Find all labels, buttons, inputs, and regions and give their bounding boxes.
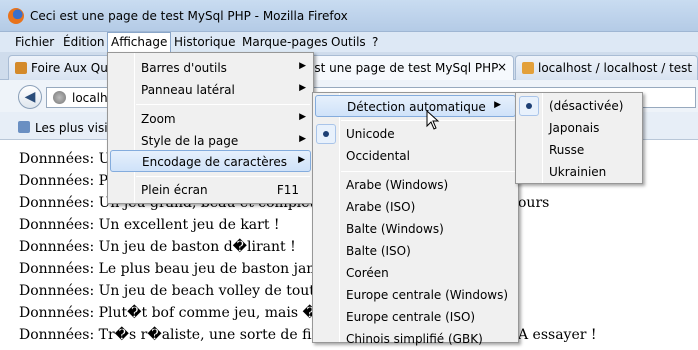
menu-item-zoom[interactable]: Zoom ▶ [108,108,313,130]
menu-edition[interactable]: Édition [63,35,105,49]
tab-phpmyadmin[interactable]: localhost / localhost / test | ph [515,55,698,80]
menu-item-occidental[interactable]: Occidental [313,145,518,167]
menu-item-ukrainien[interactable]: Ukrainien [516,161,642,183]
menu-item-encodage[interactable]: Encodage de caractères ▶ [110,150,311,172]
firefox-logo-icon [8,8,24,24]
tab-test-page[interactable]: est une page de test MySql PHP × [300,55,514,80]
menu-affichage[interactable]: Affichage [107,32,172,53]
menu-item-desactivee[interactable]: (désactivée) [516,95,642,117]
menu-separator [136,104,310,105]
menu-item-barres-outils[interactable]: Barres d'outils ▶ [108,57,313,79]
menu-separator [136,176,310,177]
menu-item-style-page[interactable]: Style de la page ▶ [108,130,313,152]
menu-fichier[interactable]: Fichier [15,35,54,49]
menu-marque-pages[interactable]: Marque-pages [242,35,328,49]
bookmark-most-visited[interactable]: Les plus visit [35,121,112,135]
content-line-tail: ours [518,195,550,211]
affichage-menu: Barres d'outils ▶ Panneau latéral ▶ Zoom… [107,52,314,204]
phpmyadmin-favicon-icon [522,62,534,74]
content-line-tail: A essayer ! [518,327,597,343]
menu-item-coreen[interactable]: Coréen [313,262,518,284]
submenu-arrow-icon: ▶ [299,112,306,122]
shortcut-label: F11 [276,183,299,197]
menu-item-chinois-simplifie[interactable]: Chinois simplifié (GBK) [313,328,518,350]
tab-faq[interactable]: Foire Aux Qu [8,55,118,80]
menu-bar: Fichier Édition Affichage Historique Mar… [0,32,698,53]
submenu-arrow-icon: ▶ [494,100,501,110]
content-line: Donnnées: Tr�s r�aliste, une sorte de fi… [19,327,341,343]
menu-help[interactable]: ? [372,35,378,49]
content-line: Donnnées: Un excellent jeu de kart ! [19,217,280,233]
submenu-arrow-icon: ▶ [299,83,306,93]
content-line: Donnnées: Un jeu de baston d�lirant ! [19,239,296,255]
menu-item-europe-centrale-iso[interactable]: Europe centrale (ISO) [313,306,518,328]
content-line: Donnnées: Un [19,151,120,167]
tab-label: localhost / localhost / test | ph [538,61,697,75]
content-line: Donnnées: Po [19,173,116,189]
menu-item-panneau-lateral[interactable]: Panneau latéral ▶ [108,79,313,101]
tab-label: est une page de test MySql PHP [307,61,499,75]
window-title: Ceci est une page de test MySql PHP - Mo… [30,9,348,23]
title-bar: Ceci est une page de test MySql PHP - Mo… [0,0,698,32]
content-line: Donnnées: Le plus beau jeu de baston jam… [19,261,340,277]
bookmark-icon [18,121,30,133]
menu-historique[interactable]: Historique [174,35,236,49]
page-favicon-icon [15,62,27,74]
submenu-arrow-icon: ▶ [299,134,306,144]
submenu-arrow-icon: ▶ [299,61,306,71]
encodage-submenu: Détection automatique ▶ Unicode Occident… [312,92,519,346]
globe-icon [53,91,66,104]
menu-item-balte-windows[interactable]: Balte (Windows) [313,218,518,240]
menu-item-russe[interactable]: Russe [516,139,642,161]
menu-outils[interactable]: Outils [331,35,366,49]
tab-close-icon[interactable]: × [497,60,507,74]
content-line: Donnnées: Plut�t bof comme jeu, mais �a … [19,305,338,321]
tab-bar: Foire Aux Qu est une page de test MySql … [0,52,698,80]
menu-item-japonais[interactable]: Japonais [516,117,642,139]
menu-item-unicode[interactable]: Unicode [313,123,518,145]
mouse-cursor-icon [426,110,440,130]
back-button[interactable]: ◀ [18,85,42,109]
menu-item-balte-iso[interactable]: Balte (ISO) [313,240,518,262]
submenu-arrow-icon: ▶ [298,155,305,165]
detection-submenu: (désactivée) Japonais Russe Ukrainien [515,92,643,184]
menu-item-europe-centrale-windows[interactable]: Europe centrale (Windows) [313,284,518,306]
menu-item-detection-automatique[interactable]: Détection automatique ▶ [315,95,516,117]
menu-item-arabe-iso[interactable]: Arabe (ISO) [313,196,518,218]
menu-item-arabe-windows[interactable]: Arabe (Windows) [313,174,518,196]
menu-separator [341,171,515,172]
tab-label: Foire Aux Qu [31,61,108,75]
content-line: Donnnées: Un jeu de beach volley de tout… [19,283,345,299]
menu-item-plein-ecran[interactable]: Plein écran F11 [108,179,313,201]
back-arrow-icon: ◀ [24,89,36,105]
